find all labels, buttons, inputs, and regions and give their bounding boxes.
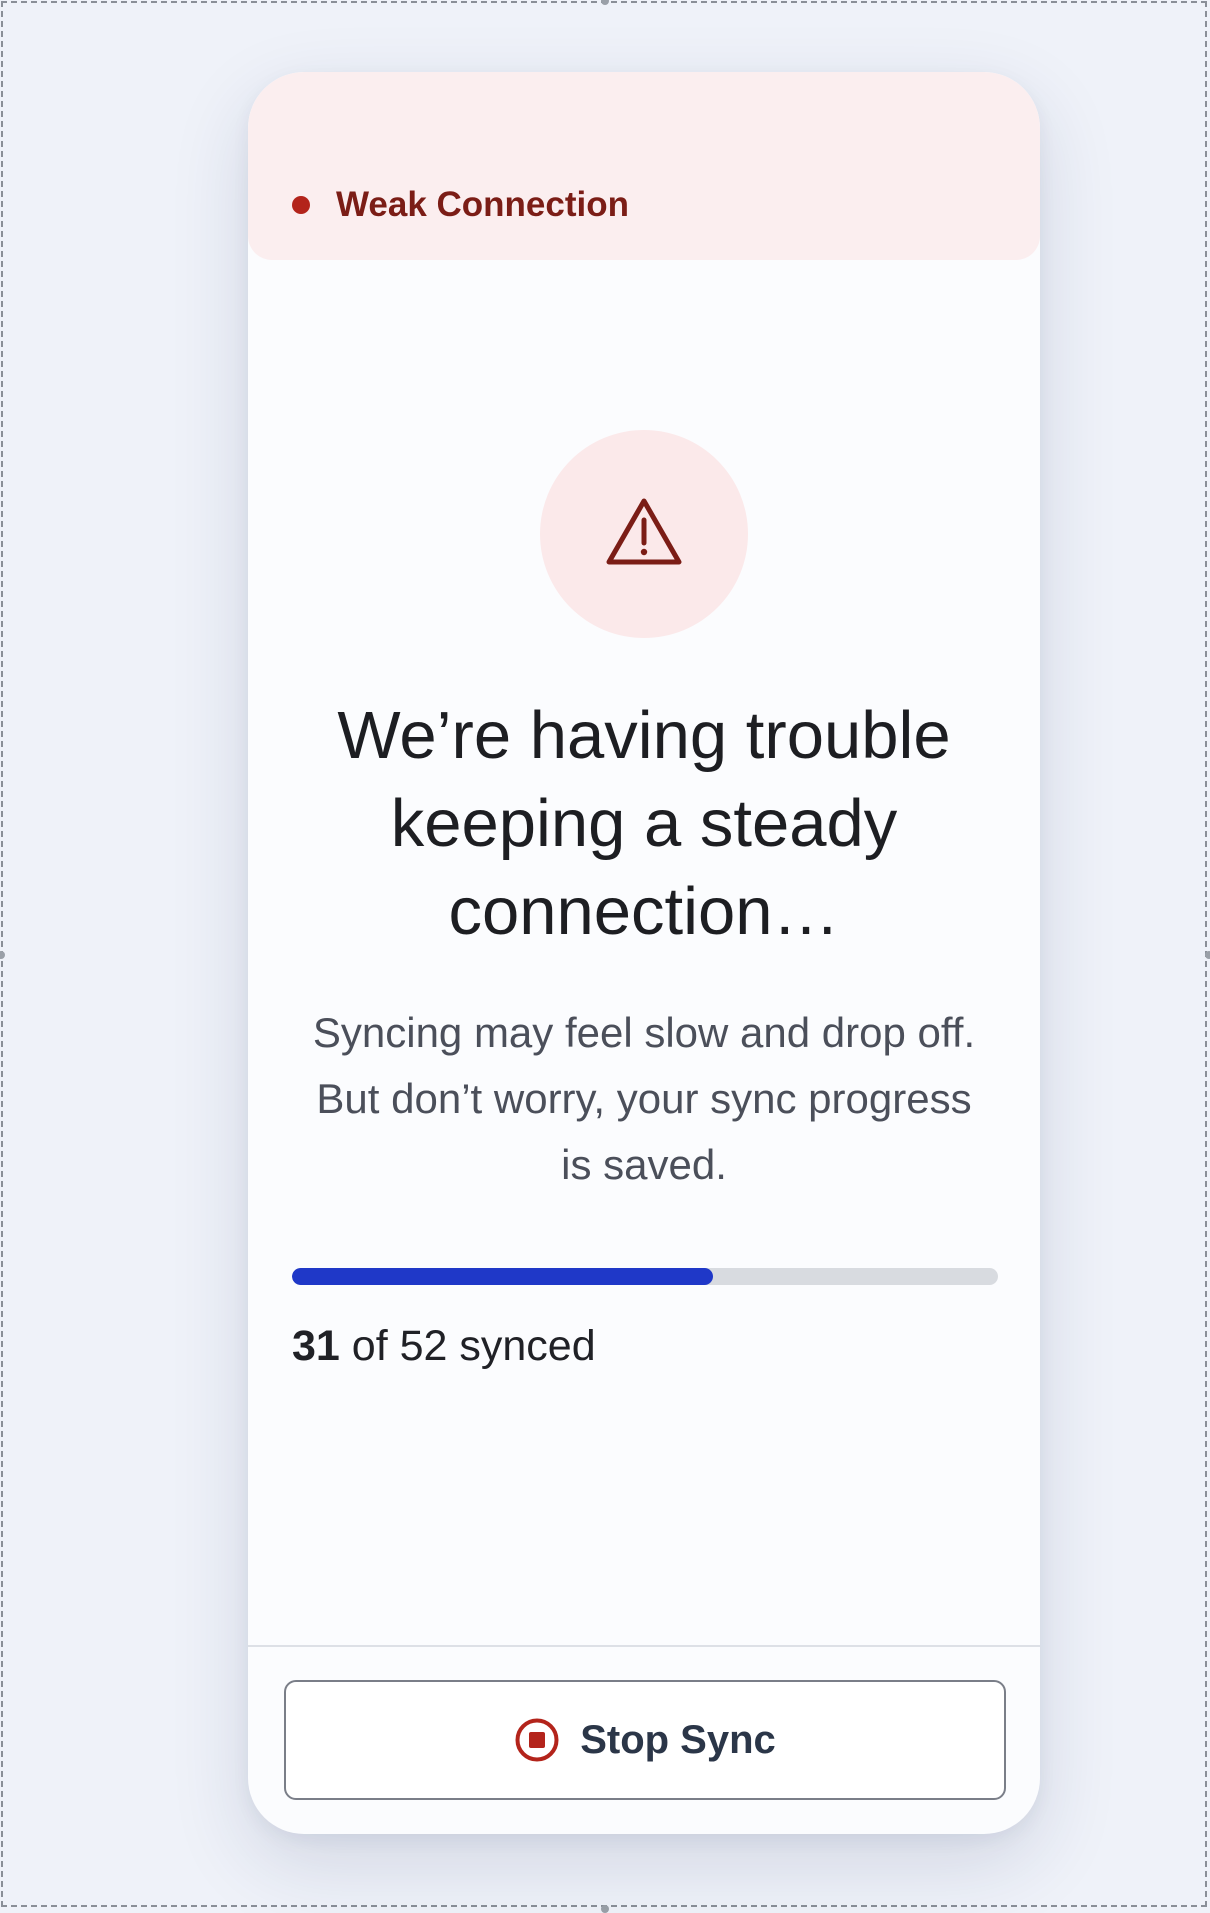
sync-progress-label: 31 of 52 synced (292, 1316, 596, 1376)
status-banner: Weak Connection (248, 72, 1040, 260)
stop-sync-button[interactable]: Stop Sync (284, 1680, 1006, 1800)
status-dot-icon (292, 196, 310, 214)
status-message: Syncing may feel slow and drop off. But … (312, 1009, 976, 1188)
synced-count: 31 (292, 1322, 340, 1370)
warning-triangle-icon (606, 498, 682, 565)
sync-progress-bar (292, 1268, 998, 1285)
stop-circle-icon (515, 1718, 559, 1762)
footer-divider (248, 1645, 1040, 1647)
resize-handle-bottom[interactable] (601, 1905, 609, 1913)
resize-handle-right[interactable] (1205, 951, 1210, 959)
synced-total-text: of 52 synced (351, 1322, 596, 1370)
status-label: Weak Connection (336, 185, 630, 224)
warning-badge (540, 430, 748, 638)
sync-status-card: Weak Connection We’re having trouble kee… (248, 72, 1040, 1834)
sync-progress-fill (292, 1268, 713, 1285)
stop-sync-label: Stop Sync (580, 1718, 776, 1762)
page-title: We’re having trouble keeping a steady co… (337, 698, 951, 949)
